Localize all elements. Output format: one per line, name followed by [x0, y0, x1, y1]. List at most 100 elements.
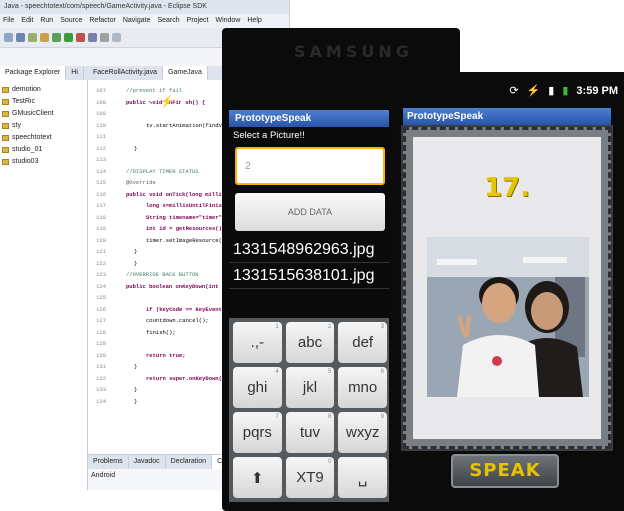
code-text: }: [134, 397, 138, 405]
code-line: 112}: [88, 144, 137, 154]
key-label: abc: [297, 334, 323, 351]
line-number: 119: [96, 225, 106, 232]
line-number: 114: [96, 167, 106, 175]
navigate-icon[interactable]: [112, 33, 121, 42]
menu-project[interactable]: Project: [187, 17, 209, 24]
line-number: 132: [96, 374, 106, 382]
usb-icon: ⚡: [526, 85, 541, 97]
keypad: .,- 1 abc 2 def 3 ghi 4 jkl 5 mno 6 pqrs 7 tuv 8 wxyz 9 ⬆ X…: [229, 318, 391, 502]
tree-item[interactable]: speechtotext: [2, 132, 85, 144]
code-line: 129: [88, 339, 146, 349]
tab-problems[interactable]: Problems: [88, 455, 129, 469]
brand-logo: SAMSUNG: [294, 42, 413, 61]
key-label: def: [352, 334, 374, 351]
tree-item-label: demotion: [12, 86, 41, 93]
keypad-key[interactable]: tuv 8: [285, 412, 335, 453]
code-text: }: [134, 259, 138, 267]
line-number: 127: [96, 317, 106, 324]
keypad-key[interactable]: ghi 4: [233, 367, 282, 408]
menu-refactor[interactable]: Refactor: [89, 17, 115, 24]
keypad-key[interactable]: def 3: [338, 322, 387, 363]
line-number: 131: [96, 363, 106, 370]
package-icon[interactable]: [40, 33, 49, 42]
keypad-key[interactable]: ⬆: [233, 457, 282, 498]
menu-source[interactable]: Source: [60, 17, 82, 24]
menu-help[interactable]: Help: [247, 17, 261, 24]
project-icon: [2, 111, 9, 117]
code-text: //OVERRIDE BACK BUTTON: [126, 271, 199, 278]
build-icon[interactable]: [28, 33, 37, 42]
menu-navigate[interactable]: Navigate: [123, 17, 151, 24]
sync-icon: ⟳: [145, 95, 155, 108]
tab-declaration[interactable]: Declaration: [166, 455, 213, 469]
keypad-key[interactable]: abc 2: [285, 322, 335, 363]
usb-icon: ⚡: [160, 95, 174, 108]
photo-two-people: [427, 237, 589, 397]
key-number: 9: [380, 414, 384, 420]
line-number: 109: [96, 110, 106, 117]
code-text: finish();: [146, 328, 176, 336]
key-number: 1: [275, 324, 279, 330]
project-tree: demotion TestRic GMusicClient sty speech…: [0, 80, 87, 172]
keypad-key[interactable]: .,- 1: [233, 322, 282, 363]
tab-package-explorer[interactable]: Package Explorer: [0, 66, 67, 80]
project-icon: [2, 87, 9, 93]
key-label: pqrs: [242, 424, 272, 441]
line-number: 125: [96, 294, 106, 301]
code-text: }: [134, 386, 138, 393]
tree-item-label: GMusicClient: [12, 110, 54, 117]
menu-window[interactable]: Window: [215, 17, 240, 24]
keypad-key[interactable]: mno 6: [338, 367, 387, 408]
keypad-key[interactable]: XT9 0: [285, 457, 335, 498]
key-label: jkl: [302, 379, 318, 396]
tree-item[interactable]: GMusicClient: [2, 108, 85, 120]
save-icon[interactable]: [16, 33, 25, 42]
tree-item[interactable]: studio_01: [2, 144, 85, 156]
run-icon[interactable]: [64, 33, 73, 42]
tree-item[interactable]: demotion: [2, 84, 85, 96]
speak-button[interactable]: SPEAK: [451, 454, 559, 488]
tab-hierarchy[interactable]: Hi: [66, 66, 84, 80]
menu-edit[interactable]: Edit: [21, 17, 33, 24]
line-number: 117: [96, 202, 106, 209]
tree-item-label: studio03: [12, 158, 39, 165]
new-class-icon[interactable]: [88, 33, 97, 42]
clock: 3:59 PM: [576, 84, 618, 97]
key-label: mno: [348, 379, 378, 396]
score-display: 17.: [483, 173, 531, 203]
tree-item-label: speechtotext: [12, 134, 52, 141]
file-list-item[interactable]: 1331548962963.jpg: [229, 237, 391, 263]
debug-icon[interactable]: [52, 33, 61, 42]
menu-search[interactable]: Search: [157, 17, 179, 24]
key-number: 2: [327, 324, 332, 330]
menu-file[interactable]: File: [3, 17, 14, 24]
tree-item[interactable]: sty: [2, 120, 85, 132]
keypad-key[interactable]: pqrs 7: [233, 412, 282, 453]
code-line: 122}: [88, 259, 137, 269]
tab-face-roll-activity[interactable]: FaceRollActivity.java: [88, 66, 164, 80]
keypad-key[interactable]: ␣: [338, 457, 387, 498]
code-line: 115 @Override: [88, 178, 156, 188]
key-number: 7: [275, 414, 279, 420]
tree-item[interactable]: studio03: [2, 156, 85, 168]
code-line: 111: [88, 132, 146, 142]
menu-run[interactable]: Run: [40, 17, 53, 24]
file-list-item[interactable]: 1331515638101.jpg: [229, 263, 391, 289]
code-line: 134}: [88, 397, 137, 407]
tree-item[interactable]: TestRic: [2, 96, 85, 108]
key-label: .,-: [250, 334, 264, 351]
add-data-button[interactable]: ADD DATA: [235, 193, 385, 231]
new-icon[interactable]: [4, 33, 13, 42]
keypad-key[interactable]: jkl 5: [285, 367, 335, 408]
external-tools-icon[interactable]: [76, 33, 85, 42]
search-icon[interactable]: [100, 33, 109, 42]
code-text: String timename="timer"+s;: [146, 213, 232, 221]
key-number: 3: [380, 324, 384, 330]
line-number: 122: [96, 259, 106, 267]
keypad-key[interactable]: wxyz 9: [338, 412, 387, 453]
key-number: 8: [327, 414, 332, 420]
tab-game-java[interactable]: GameJava: [163, 66, 208, 80]
tab-javadoc[interactable]: Javadoc: [129, 455, 166, 469]
package-explorer-tabs: Package Explorer Hi: [0, 66, 88, 80]
data-input-field[interactable]: 2: [235, 147, 385, 185]
